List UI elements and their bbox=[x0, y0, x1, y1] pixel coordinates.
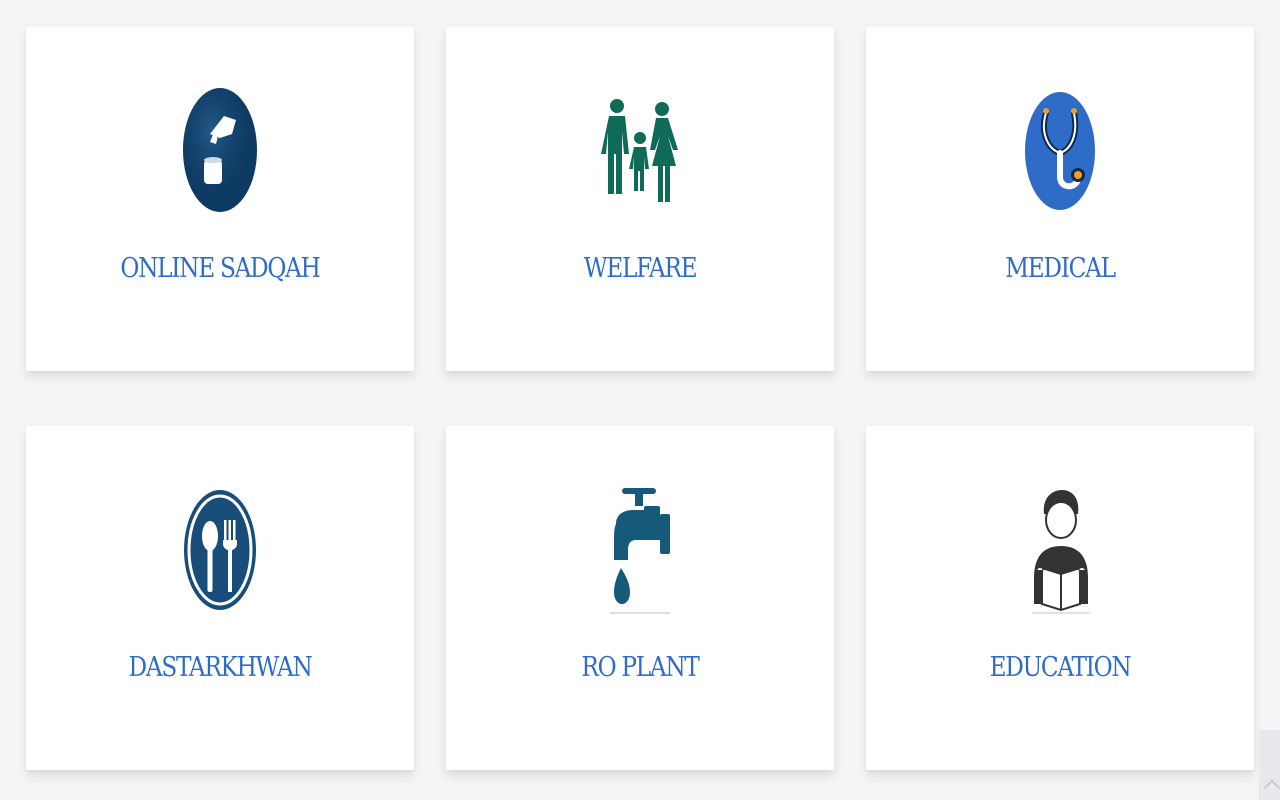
card-medical[interactable]: MEDICAL bbox=[866, 27, 1254, 371]
chevron-up-icon bbox=[1263, 779, 1280, 797]
card-welfare[interactable]: WELFARE bbox=[446, 27, 834, 371]
card-label: EDUCATION bbox=[989, 652, 1132, 683]
card-education[interactable]: EDUCATION bbox=[866, 426, 1254, 770]
water-tap-icon bbox=[570, 480, 710, 620]
card-ro-plant[interactable]: RO PLANT bbox=[446, 426, 834, 770]
card-label: DASTARKHWAN bbox=[128, 652, 313, 683]
spoon-fork-icon bbox=[150, 480, 290, 620]
card-dastarkhwan[interactable]: DASTARKHWAN bbox=[26, 426, 414, 770]
family-icon bbox=[570, 81, 710, 221]
card-label: WELFARE bbox=[583, 253, 698, 284]
scroll-top-button[interactable] bbox=[1259, 730, 1280, 800]
card-label: ONLINE SADQAH bbox=[120, 253, 320, 284]
card-online-sadqah[interactable]: ONLINE SADQAH bbox=[26, 27, 414, 371]
services-grid: ONLINE SADQAH WELFARE MEDICAL DASTARKHWA… bbox=[0, 0, 1280, 800]
stethoscope-icon bbox=[990, 81, 1130, 221]
donation-hand-icon bbox=[150, 81, 290, 221]
card-label: MEDICAL bbox=[1005, 253, 1116, 284]
student-reading-icon bbox=[990, 480, 1130, 620]
card-label: RO PLANT bbox=[581, 652, 699, 683]
